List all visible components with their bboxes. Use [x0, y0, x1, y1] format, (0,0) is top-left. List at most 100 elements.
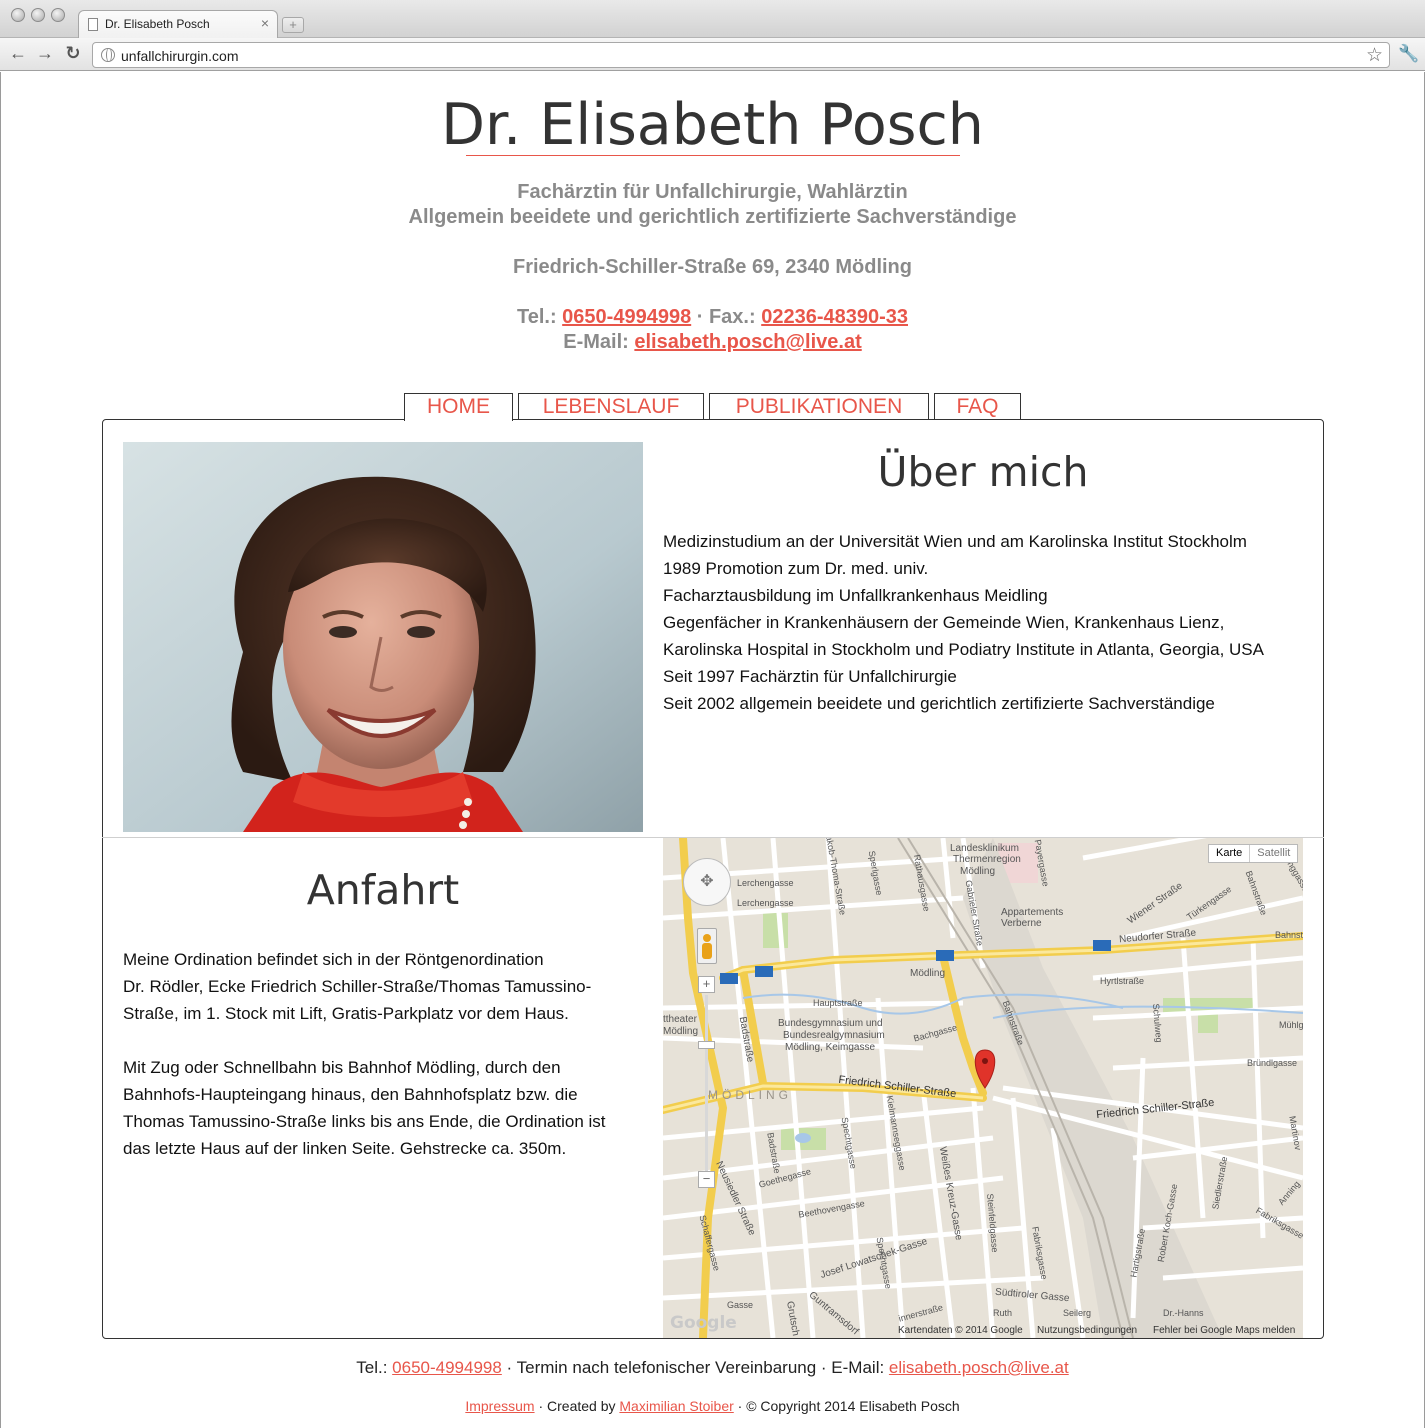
map-label: Gasse — [727, 1300, 754, 1310]
map-label: Jakob-Thoma-Straße — [823, 838, 848, 916]
map-label: Payergasse — [1032, 838, 1051, 888]
subtitle-expert: Allgemein beeidete und gerichtlich zerti… — [408, 206, 1017, 228]
copyright-text: · © Copyright 2014 Elisabeth Posch — [733, 1398, 960, 1414]
impressum-link[interactable]: Impressum — [465, 1398, 534, 1414]
bookmark-star-icon[interactable]: ☆ — [1366, 44, 1383, 67]
directions-line: Meine Ordination befindet sich in der Rö… — [123, 950, 544, 969]
about-line: 1989 Promotion zum Dr. med. univ. — [663, 559, 929, 578]
map-label: Wiener Straße — [1125, 880, 1185, 927]
map-label: Martinov — [1287, 1115, 1303, 1151]
new-tab-button[interactable]: + — [282, 17, 304, 33]
address-bar[interactable]: unfallchirurgin.com ☆ — [92, 42, 1390, 68]
minimize-window-button[interactable] — [31, 8, 45, 22]
footer-middle-text: · Termin nach telefonischer Vereinbarung… — [501, 1358, 889, 1377]
map-label: Spechtgasse — [839, 1116, 859, 1170]
about-text: Medizinstudium an der Universität Wien u… — [663, 528, 1313, 717]
tel-link[interactable]: 0650-4994998 — [562, 306, 691, 328]
footer-contact: Tel.: 0650-4994998 · Termin nach telefon… — [0, 1358, 1425, 1378]
map-label: Rathausgasse — [911, 853, 932, 913]
map-label: Gabrieler Straße — [963, 879, 985, 947]
google-logo[interactable]: Google — [670, 1313, 737, 1333]
fax-link[interactable]: 02236-48390-33 — [761, 306, 908, 328]
map-label: ttheater — [663, 1014, 697, 1025]
email-link[interactable]: elisabeth.posch@live.at — [634, 331, 861, 353]
zoom-in-button[interactable]: + — [698, 976, 715, 993]
map-label: Seilerg — [1063, 1308, 1092, 1318]
map-terms-link[interactable]: Nutzungsbedingungen — [1037, 1325, 1137, 1336]
map-label: Ruth — [993, 1308, 1013, 1318]
map-label: Appartements — [1001, 907, 1064, 918]
directions-line: das letzte Haus auf der linken Seite. Ge… — [123, 1139, 567, 1158]
browser-tab[interactable]: Dr. Elisabeth Posch × — [78, 10, 278, 38]
directions-line: Straße, im 1. Stock mit Lift, Gratis-Par… — [123, 1004, 569, 1023]
zoom-slider-track[interactable] — [705, 995, 708, 1175]
footer-tel-label: Tel.: — [356, 1358, 393, 1377]
document-icon — [88, 18, 98, 31]
map-label: Fabriksgasse — [1254, 1205, 1303, 1241]
map-label: Neusiedler Straße — [713, 1159, 758, 1238]
map-label: Hartigstraße — [1128, 1227, 1147, 1279]
map-label: MÖDLING — [708, 1088, 793, 1102]
tab-publikationen[interactable]: PUBLIKATIONEN — [709, 393, 929, 420]
map-label: Bachgasse — [912, 1022, 959, 1044]
map-type-satellite-button[interactable]: Satellit — [1250, 845, 1297, 862]
url-text[interactable]: unfallchirurgin.com — [121, 48, 239, 64]
directions-line: Thomas Tamussino-Straße links bis ans En… — [123, 1112, 606, 1131]
creator-link[interactable]: Maximilian Stoiber — [619, 1398, 733, 1414]
footer-credits: Impressum · Created by Maximilian Stoibe… — [0, 1398, 1425, 1414]
forward-arrow-icon[interactable]: → — [34, 43, 56, 64]
map-label: Bundesgymnasium und — [778, 1018, 883, 1029]
browser-toolbar: ← → ↻ unfallchirurgin.com ☆ 🔧 — [0, 38, 1425, 71]
pegman-icon[interactable] — [697, 928, 717, 964]
tab-lebenslauf[interactable]: LEBENSLAUF — [518, 393, 704, 420]
map-label: Verberne — [1001, 918, 1042, 929]
map-label: Bahnstraße — [1000, 999, 1026, 1047]
map-label: Grutsch — [784, 1300, 801, 1337]
directions-line: Dr. Rödler, Ecke Friedrich Schiller-Stra… — [123, 977, 592, 996]
map-label: Neudorfer Straße — [1118, 927, 1197, 946]
map-label: Südtiroler Gasse — [994, 1286, 1070, 1305]
close-window-button[interactable] — [11, 8, 25, 22]
map-labels: Landesklinikum Thermenregion Mödling Ler… — [663, 838, 1303, 1338]
directions-line: Bahnhofs-Haupteingang hinaus, den Bahnho… — [123, 1085, 578, 1104]
map-label: Bundesrealgymnasium — [783, 1030, 885, 1041]
google-map[interactable]: Landesklinikum Thermenregion Mödling Ler… — [663, 838, 1303, 1338]
directions-line: Mit Zug oder Schnellbahn bis Bahnhof Möd… — [123, 1058, 561, 1077]
about-line: Karolinska Hospital in Stockholm und Pod… — [663, 640, 1264, 659]
zoom-window-button[interactable] — [51, 8, 65, 22]
back-arrow-icon[interactable]: ← — [7, 43, 29, 64]
map-label: Kielmannseggasse — [884, 1094, 908, 1172]
map-label: Mödling — [910, 968, 946, 979]
address: Friedrich-Schiller-Straße 69, 2340 Mödli… — [512, 256, 912, 278]
map-label: Hauptstraße — [813, 998, 863, 1008]
map-label: Lerchengasse — [737, 898, 794, 908]
zoom-out-button[interactable]: − — [698, 1171, 715, 1188]
contact-phone-fax: Tel.: 0650-4994998 · Fax.: 02236-48390-3… — [0, 306, 1425, 329]
title-underline — [466, 155, 960, 156]
zoom-slider-thumb[interactable] — [698, 1041, 715, 1049]
map-label: Robert Koch-Gasse — [1155, 1183, 1180, 1263]
map-label: Bahnstra — [1275, 930, 1303, 940]
map-label: Landesklinikum — [950, 843, 1019, 854]
map-label: innerstraße — [897, 1302, 945, 1324]
map-data-attribution: Kartendaten © 2014 Google — [898, 1325, 1023, 1336]
map-type-karte-button[interactable]: Karte — [1209, 845, 1251, 862]
pan-control-icon[interactable]: ✥ — [683, 858, 731, 906]
map-label: Dr.-Hanns — [1163, 1308, 1204, 1318]
site-title: Dr. Elisabeth Posch — [441, 92, 984, 158]
about-line: Gegenfächer in Krankenhäusern der Gemein… — [663, 613, 1225, 632]
globe-icon — [101, 48, 115, 62]
map-report-error-link[interactable]: Fehler bei Google Maps melden — [1153, 1325, 1295, 1336]
map-label: Bahnstraße — [1243, 869, 1269, 917]
tab-faq[interactable]: FAQ — [934, 393, 1021, 420]
portrait-photo — [123, 442, 643, 832]
wrench-icon[interactable]: 🔧 — [1398, 44, 1419, 64]
map-label: Badstraße — [765, 1131, 783, 1175]
close-tab-icon[interactable]: × — [261, 15, 269, 31]
footer-tel-link[interactable]: 0650-4994998 — [392, 1358, 502, 1377]
map-label: Friedrich Schiller-Straße — [837, 1073, 957, 1101]
map-label: Goethegasse — [757, 1166, 812, 1190]
reload-icon[interactable]: ↻ — [62, 43, 84, 64]
tab-home[interactable]: HOME — [404, 393, 513, 421]
footer-email-link[interactable]: elisabeth.posch@live.at — [889, 1358, 1069, 1377]
